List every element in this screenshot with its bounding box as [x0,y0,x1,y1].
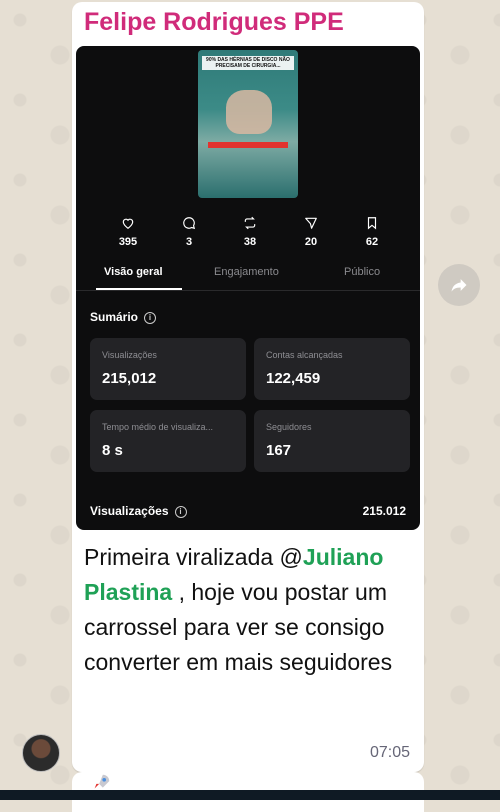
tab-overview[interactable]: Visão geral [104,266,163,278]
tab-audience[interactable]: Público [344,266,380,278]
metric-accounts-reached: Contas alcançadas 122,459 [254,338,410,400]
sender-name[interactable]: Felipe Rodrigues PPE [84,8,344,37]
thumbnail-red-band [208,142,288,148]
bookmark-icon [367,217,377,230]
heart-icon [122,218,134,229]
message-part-1: Primeira viralizada @ [84,544,303,570]
stat-reposts: 38 [220,216,280,248]
message-bubble[interactable]: Felipe Rodrigues PPE 90% DAS HÉRNIAS DE … [72,2,424,772]
metric-label: Seguidores [266,422,312,432]
message-timestamp: 07:05 [369,744,410,761]
metric-label: Tempo médio de visualiza... [102,422,214,432]
insights-screenshot[interactable]: 90% DAS HÉRNIAS DE DISCO NÃO PRECISAM DE… [76,46,420,530]
metric-avg-watch-time: Tempo médio de visualiza... 8 s [90,410,246,472]
stat-likes: 395 [98,216,158,248]
sender-avatar[interactable] [22,734,60,772]
metric-followers: Seguidores 167 [254,410,410,472]
active-tab-indicator [96,288,182,290]
tab-engagement[interactable]: Engajamento [214,266,279,278]
stat-value: 62 [365,236,379,248]
stat-value: 38 [243,236,257,248]
metric-value: 167 [266,442,292,459]
share-icon [305,217,317,229]
views-total: 215.012 [362,504,406,518]
stat-comments: 3 [159,216,219,248]
metric-value: 122,459 [266,370,321,387]
stat-shares: 20 [281,216,341,248]
stat-value: 3 [185,236,193,248]
metric-label: Visualizações [102,350,157,360]
thumbnail-hands [226,90,272,134]
summary-heading: Sumário i [90,310,157,324]
post-thumbnail: 90% DAS HÉRNIAS DE DISCO NÃO PRECISAM DE… [198,50,298,198]
info-icon[interactable]: i [144,311,157,324]
summary-title: Sumário [90,310,139,324]
stat-value: 395 [118,236,138,248]
info-icon[interactable]: i [174,505,187,518]
metric-value: 8 s [102,442,123,459]
forward-button[interactable] [438,264,480,306]
stat-saves: 62 [342,216,402,248]
metric-label: Contas alcançadas [266,350,343,360]
bottom-bar [0,790,500,800]
metric-value: 215,012 [102,370,157,387]
thumbnail-caption: 90% DAS HÉRNIAS DE DISCO NÃO PRECISAM DE… [202,56,294,70]
comment-icon [183,217,196,230]
repost-icon [244,216,256,230]
message-text: Primeira viralizada @Juliano Plastina , … [84,540,410,680]
views-row-label: Visualizações i [90,504,187,518]
stat-value: 20 [304,236,318,248]
metric-views: Visualizações 215,012 [90,338,246,400]
views-label: Visualizações [90,504,169,518]
forward-icon [451,279,467,292]
